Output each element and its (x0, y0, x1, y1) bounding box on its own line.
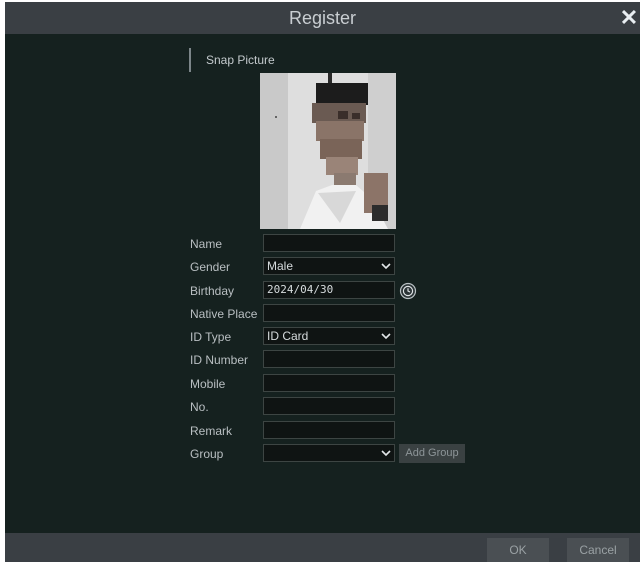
id-type-select[interactable]: ID Card (263, 327, 395, 345)
id-type-label: ID Type (190, 330, 232, 344)
register-dialog: Register ✕ Snap Picture Name Gender Birt… (5, 2, 640, 562)
birthday-input[interactable]: 2024/04/30 (263, 281, 395, 299)
snap-picture (260, 73, 396, 229)
remark-label: Remark (190, 424, 233, 438)
chevron-down-icon (381, 450, 391, 457)
section-divider (189, 48, 191, 72)
title-bar: Register (5, 2, 640, 34)
gender-select[interactable]: Male (263, 257, 395, 275)
group-label: Group (190, 447, 224, 461)
remark-input[interactable] (263, 421, 395, 439)
close-icon[interactable]: ✕ (618, 2, 640, 34)
snap-picture-heading: Snap Picture (206, 53, 275, 67)
add-group-button[interactable]: Add Group (399, 444, 465, 463)
group-select[interactable] (263, 444, 395, 462)
clock-icon[interactable] (399, 282, 417, 300)
name-label: Name (190, 237, 223, 251)
dialog-title: Register (288, 8, 357, 28)
mobile-input[interactable] (263, 374, 395, 392)
ok-button[interactable]: OK (487, 538, 549, 562)
name-input[interactable] (263, 234, 395, 252)
native-place-label: Native Place (190, 307, 258, 321)
no-input[interactable] (263, 397, 395, 415)
chevron-down-icon (381, 263, 391, 270)
native-place-input[interactable] (263, 304, 395, 322)
chevron-down-icon (381, 333, 391, 340)
birthday-label: Birthday (190, 284, 235, 298)
no-label: No. (190, 400, 209, 414)
id-type-value: ID Card (267, 329, 309, 343)
id-number-input[interactable] (263, 350, 395, 368)
id-number-label: ID Number (190, 353, 249, 367)
gender-label: Gender (190, 260, 231, 274)
cancel-button[interactable]: Cancel (567, 538, 629, 562)
mobile-label: Mobile (190, 377, 226, 391)
gender-value: Male (267, 259, 294, 273)
